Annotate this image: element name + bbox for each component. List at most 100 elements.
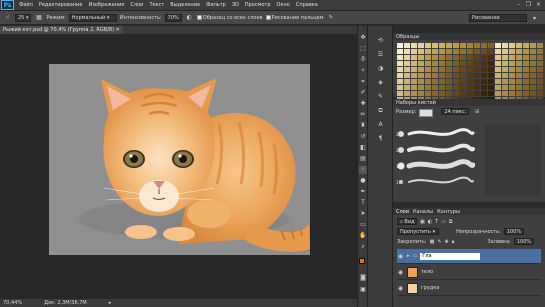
color-swatch[interactable]: [523, 73, 529, 78]
color-swatch[interactable]: [502, 73, 508, 78]
color-swatch[interactable]: [411, 73, 417, 78]
clone-stamp-tool-icon[interactable]: ♜: [359, 122, 367, 130]
zoom-level[interactable]: 70,44%: [3, 300, 22, 306]
color-swatch[interactable]: [488, 55, 494, 60]
eraser-tool-icon[interactable]: ◧: [359, 144, 367, 152]
lock-all-icon[interactable]: 🔒︎: [452, 239, 455, 245]
color-swatch[interactable]: [425, 79, 431, 84]
marquee-tool-icon[interactable]: ⬚: [359, 45, 367, 53]
color-swatch[interactable]: [523, 67, 529, 72]
new-brush-preset-icon[interactable]: ⊞: [475, 109, 482, 116]
color-swatch[interactable]: [446, 49, 452, 54]
color-swatch[interactable]: [460, 55, 466, 60]
color-swatch[interactable]: [460, 49, 466, 54]
color-swatch[interactable]: [481, 55, 487, 60]
zoom-tool-icon[interactable]: ⌕: [359, 243, 367, 251]
color-swatch[interactable]: [460, 67, 466, 72]
strength-input[interactable]: 70%: [164, 13, 182, 22]
color-swatch[interactable]: [453, 79, 459, 84]
color-swatch[interactable]: [495, 91, 501, 96]
brush-stroke-previews[interactable]: [395, 124, 475, 196]
color-swatch[interactable]: [411, 55, 417, 60]
color-swatch[interactable]: [537, 49, 543, 54]
menu-select[interactable]: Выделение: [167, 2, 203, 8]
color-swatch[interactable]: [467, 73, 473, 78]
menu-layers[interactable]: Слои: [127, 2, 146, 8]
color-swatch[interactable]: [439, 49, 445, 54]
color-swatch[interactable]: [418, 85, 424, 90]
color-swatch[interactable]: [474, 73, 480, 78]
layer-name[interactable]: тело: [421, 269, 433, 275]
color-swatch[interactable]: [488, 85, 494, 90]
color-swatch[interactable]: [425, 49, 431, 54]
color-swatch[interactable]: [397, 79, 403, 84]
color-swatch[interactable]: [446, 85, 452, 90]
layer-name[interactable]: грудка: [421, 285, 439, 291]
color-swatch[interactable]: [502, 49, 508, 54]
color-swatch[interactable]: [397, 91, 403, 96]
brush-panel-toggle-icon[interactable]: ▦: [34, 13, 43, 22]
color-swatch[interactable]: [537, 73, 543, 78]
color-swatch[interactable]: [474, 67, 480, 72]
color-swatch[interactable]: [446, 67, 452, 72]
pressure-icon[interactable]: ◐: [185, 13, 194, 22]
color-swatch[interactable]: [432, 73, 438, 78]
color-swatch[interactable]: [432, 49, 438, 54]
color-swatch[interactable]: [537, 91, 543, 96]
color-swatch[interactable]: [404, 67, 410, 72]
color-swatch[interactable]: [509, 79, 515, 84]
color-swatch[interactable]: [481, 43, 487, 48]
color-swatch[interactable]: [509, 85, 515, 90]
color-swatch[interactable]: [481, 67, 487, 72]
color-swatch[interactable]: [488, 43, 494, 48]
color-swatch[interactable]: [495, 43, 501, 48]
foreground-color-swatch[interactable]: [359, 258, 365, 264]
workspace-arrow-icon[interactable]: ▾: [530, 14, 539, 23]
color-swatch[interactable]: [411, 67, 417, 72]
color-swatch[interactable]: [404, 73, 410, 78]
color-swatch[interactable]: [516, 61, 522, 66]
layer-name-editing[interactable]: Гла: [420, 252, 481, 260]
close-tab-icon[interactable]: ✕: [116, 27, 120, 33]
color-swatch[interactable]: [453, 43, 459, 48]
color-swatch[interactable]: [537, 61, 543, 66]
color-swatch[interactable]: [488, 73, 494, 78]
color-swatch[interactable]: [404, 43, 410, 48]
color-swatch[interactable]: [502, 85, 508, 90]
brush-panel-icon[interactable]: ✎: [376, 92, 385, 101]
color-swatch[interactable]: [481, 85, 487, 90]
smudge-tool-button-icon[interactable]: ☝: [359, 166, 367, 174]
tab-channels[interactable]: Каналы: [413, 209, 433, 215]
color-swatch[interactable]: [453, 73, 459, 78]
color-swatch[interactable]: [495, 85, 501, 90]
color-swatch[interactable]: [537, 67, 543, 72]
color-swatch[interactable]: [502, 67, 508, 72]
color-swatch[interactable]: [453, 91, 459, 96]
healing-tool-icon[interactable]: ✚: [359, 100, 367, 108]
color-swatch[interactable]: [481, 49, 487, 54]
color-swatch[interactable]: [460, 73, 466, 78]
color-swatch[interactable]: [509, 61, 515, 66]
color-swatch[interactable]: [509, 49, 515, 54]
color-swatch[interactable]: [453, 67, 459, 72]
color-swatch[interactable]: [474, 91, 480, 96]
visibility-eye-icon[interactable]: ◉: [397, 253, 404, 260]
color-swatch[interactable]: [474, 61, 480, 66]
color-swatch[interactable]: [453, 55, 459, 60]
color-swatch[interactable]: [474, 55, 480, 60]
color-swatch[interactable]: [516, 79, 522, 84]
color-swatch[interactable]: [460, 43, 466, 48]
color-swatch[interactable]: [509, 67, 515, 72]
paragraph-panel-icon[interactable]: ¶: [376, 134, 385, 143]
color-swatch[interactable]: [439, 79, 445, 84]
color-swatch[interactable]: [397, 43, 403, 48]
color-swatch[interactable]: [474, 43, 480, 48]
eyedropper-tool-icon[interactable]: ✐: [359, 89, 367, 97]
color-swatch[interactable]: [432, 91, 438, 96]
mode-select[interactable]: Нормальный ▾: [68, 13, 117, 22]
color-swatch[interactable]: [502, 43, 508, 48]
color-swatch[interactable]: [432, 67, 438, 72]
filter-smart-icon[interactable]: ⧉: [449, 219, 453, 225]
lasso-tool-icon[interactable]: ϑ: [359, 56, 367, 64]
color-swatch[interactable]: [495, 79, 501, 84]
